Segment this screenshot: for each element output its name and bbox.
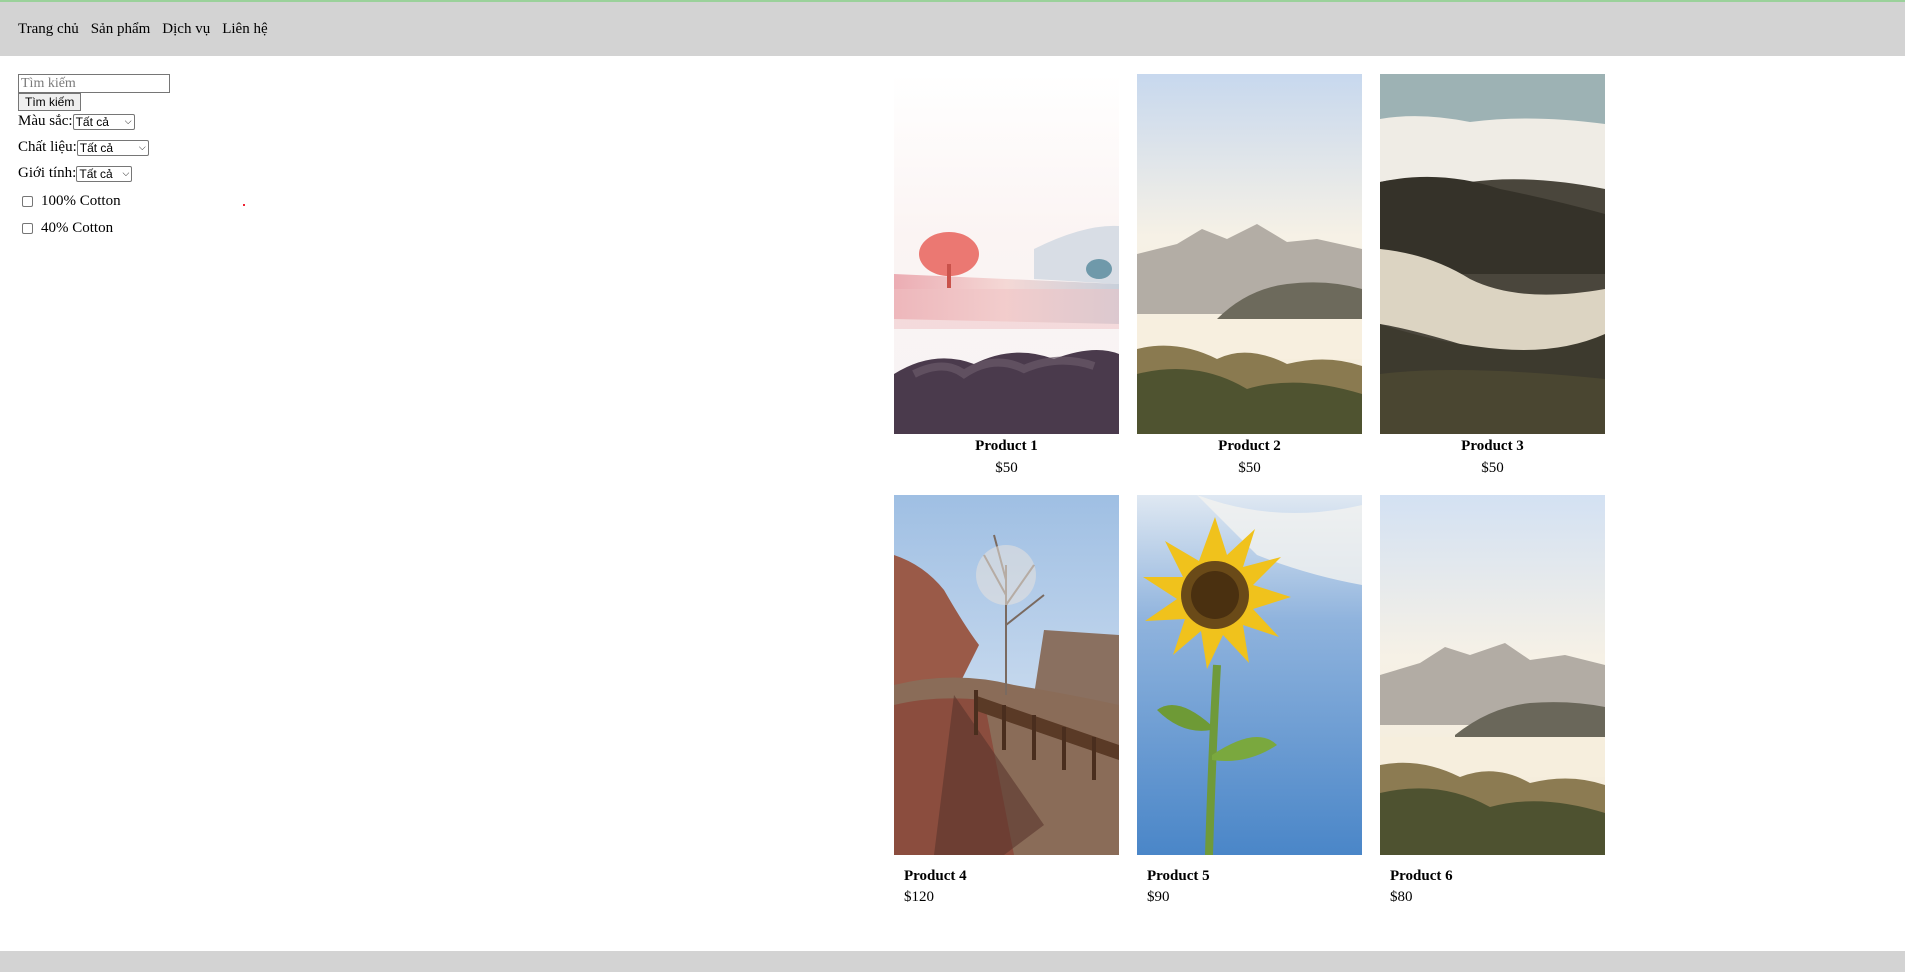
footer — [0, 951, 1905, 972]
product-price: $50 — [995, 460, 1018, 476]
nav-link-home[interactable]: Trang chủ — [18, 21, 79, 38]
filter-color: Màu sắc: Tất cả ⌵ — [18, 112, 258, 131]
product-price: $90 — [1147, 889, 1170, 905]
checkbox-row-100-cotton: 100% Cotton — [18, 192, 258, 210]
product-name[interactable]: Product 2 — [1137, 438, 1362, 455]
product-price: $50 — [1238, 460, 1261, 476]
nav-link-products[interactable]: Sản phẩm — [91, 21, 151, 38]
product-name[interactable]: Product 4 — [894, 868, 1119, 885]
chevron-down-icon: ⌵ — [138, 142, 146, 152]
product-card[interactable]: Product 5 $90 — [1137, 495, 1362, 906]
product-image[interactable] — [894, 74, 1119, 434]
product-name[interactable]: Product 5 — [1137, 868, 1362, 885]
nav-link-contact[interactable]: Liên hệ — [222, 21, 267, 38]
product-image[interactable] — [1137, 495, 1362, 855]
search-input[interactable] — [18, 74, 170, 93]
checkbox-row-40-cotton: 40% Cotton — [18, 219, 258, 237]
filter-color-select[interactable]: Tất cả ⌵ — [72, 113, 135, 130]
filter-color-value: Tất cả — [75, 114, 109, 129]
product-image[interactable] — [1380, 495, 1605, 855]
product-card[interactable]: Product 1 $50 — [894, 74, 1119, 477]
chevron-down-icon: ⌵ — [124, 116, 132, 126]
filter-material: Chất liệu: Tất cả ⌵ — [18, 138, 258, 157]
checkbox-100-cotton-label: 100% Cotton — [41, 192, 121, 209]
filter-gender-label: Giới tính: — [18, 165, 77, 181]
checkbox-40-cotton-label: 40% Cotton — [41, 219, 114, 236]
product-card[interactable]: Product 6 $80 — [1380, 495, 1605, 906]
filter-gender-value: Tất cả — [79, 166, 113, 181]
product-card[interactable]: Product 2 $50 — [1137, 74, 1362, 477]
product-image[interactable] — [1380, 74, 1605, 434]
product-card[interactable]: Product 3 $50 — [1380, 74, 1605, 477]
stray-dot — [243, 204, 245, 206]
filter-material-label: Chất liệu: — [18, 139, 77, 155]
search-button[interactable]: Tìm kiếm — [18, 93, 82, 111]
product-name[interactable]: Product 6 — [1380, 868, 1605, 885]
filter-color-label: Màu sắc: — [18, 113, 73, 129]
filter-material-value: Tất cả — [79, 140, 114, 155]
nav-link-services[interactable]: Dịch vụ — [162, 21, 210, 38]
filter-sidebar: Tìm kiếm Màu sắc: Tất cả ⌵ Chất liệu: Tấ… — [18, 74, 258, 237]
chevron-down-icon: ⌵ — [122, 168, 130, 178]
filter-gender-select[interactable]: Tất cả ⌵ — [76, 165, 133, 182]
product-price: $50 — [1481, 460, 1504, 476]
filter-gender: Giới tính: Tất cả ⌵ — [18, 164, 258, 183]
filter-material-select[interactable]: Tất cả ⌵ — [76, 139, 149, 156]
product-name[interactable]: Product 1 — [894, 438, 1119, 455]
checkbox-100-cotton[interactable] — [22, 195, 33, 207]
product-image[interactable] — [1137, 74, 1362, 434]
product-price: $120 — [904, 889, 934, 905]
product-name[interactable]: Product 3 — [1380, 438, 1605, 455]
navbar: Trang chủ Sản phẩm Dịch vụ Liên hệ — [0, 2, 1905, 56]
product-price: $80 — [1390, 889, 1413, 905]
checkbox-40-cotton[interactable] — [22, 222, 33, 234]
product-image[interactable] — [894, 495, 1119, 855]
product-card[interactable]: Product 4 $120 — [894, 495, 1119, 906]
